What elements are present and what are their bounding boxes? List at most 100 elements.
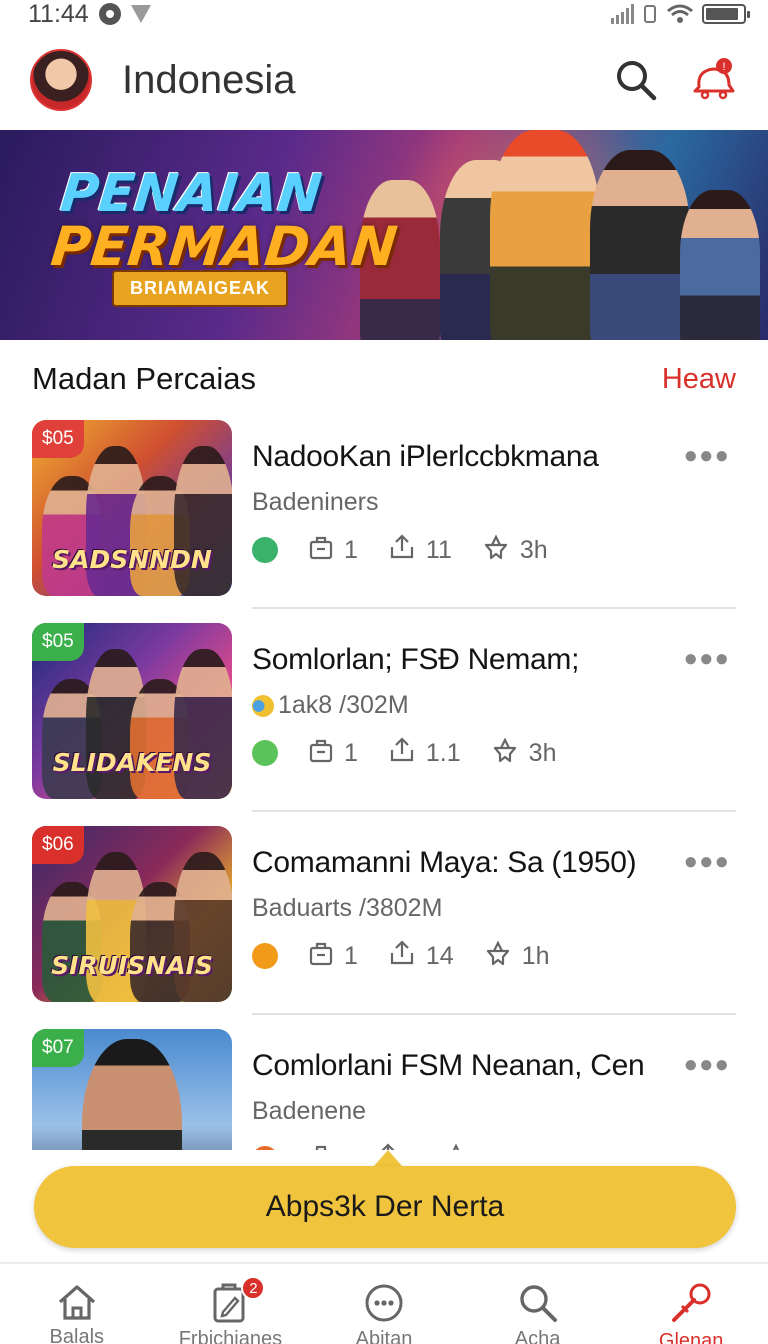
status-right [611, 3, 750, 25]
more-options-icon[interactable]: ●●● [684, 647, 731, 671]
item-stats: 1 14 1h [252, 939, 692, 974]
item-subtitle-text: Badenene [252, 1097, 367, 1125]
stat-share[interactable] [374, 1142, 412, 1150]
item-info: NadooKan iPlerlccbkmana Badeniners 1 11 3h [252, 440, 692, 565]
more-options-icon[interactable]: ●●● [684, 850, 731, 874]
stat-box: 1 [308, 737, 358, 770]
app-header: Indonesia ! [0, 44, 768, 116]
stat-share[interactable]: 14 [388, 939, 454, 974]
avatar[interactable] [30, 49, 92, 111]
price-badge: $05 [32, 420, 84, 458]
list-item[interactable]: SADSNNDN $05 NadooKan iPlerlccbkmana Badeni… [32, 420, 736, 623]
item-title: Somlorlan; FSĐ Nemam; [252, 643, 580, 676]
stat-box-value: 1 [344, 941, 358, 970]
divider [252, 1013, 736, 1015]
hero-banner[interactable]: PENAIAN PERMADAN BRIAMAIGEAK [0, 130, 768, 340]
thumbnail-logo: SLIDAKENS [52, 748, 212, 777]
notification-icon: ! [693, 58, 735, 100]
search-icon [617, 61, 657, 101]
edit-clipboard-icon: 2 [207, 1276, 266, 1324]
bookmark-star-icon [442, 1142, 470, 1150]
nav-item-3[interactable]: Abitan [307, 1264, 461, 1344]
nav-label: Glenan [658, 1330, 724, 1344]
nav-label: Frbichianes [178, 1328, 283, 1344]
item-thumbnail[interactable]: SIRUISNAIS $06 [32, 826, 232, 1002]
stat-time: 3h [491, 736, 556, 771]
section-title: Madan Percaias [32, 361, 257, 396]
nav-item-2[interactable]: 2 Frbichianes [154, 1264, 308, 1344]
search-button[interactable] [612, 56, 660, 104]
location-icon [130, 5, 151, 23]
chat-bubble-icon [361, 1282, 407, 1324]
stat-time: 1h [484, 939, 550, 974]
messenger-icon [98, 3, 121, 25]
battery-icon [702, 4, 750, 24]
vibrate-icon [644, 5, 656, 23]
share-icon [388, 736, 416, 771]
item-info: Comamanni Maya: Sa (1950) Baduarts /3802M… [252, 846, 692, 971]
more-options-icon[interactable]: ●●● [684, 444, 731, 468]
stat-box: 1 [308, 534, 358, 567]
nav-item-4[interactable]: Acha [461, 1264, 615, 1344]
notification-button[interactable]: ! [690, 56, 738, 104]
item-thumbnail[interactable]: SADSNNDN $05 [32, 420, 232, 596]
item-title: Comlorlani FSM Neanan, Cen [252, 1049, 645, 1082]
stat-time-value: 3h [519, 535, 548, 564]
price-badge: $05 [32, 623, 84, 661]
thumbnail-logo: SIRUISNAIS [51, 951, 213, 980]
stat-share[interactable]: 11 [388, 533, 452, 568]
divider [252, 607, 736, 609]
banner-title: PENAIAN PERMADAN [48, 164, 405, 278]
stat-box-value: 1 [344, 535, 358, 564]
list-item[interactable]: $07 Comlorlani FSM Neanan, Cen Badenene ●●● [32, 1029, 736, 1150]
item-thumbnail[interactable]: $07 [32, 1029, 232, 1150]
banner-subtitle: BRIAMAIGEAK [112, 270, 288, 307]
cta-button[interactable]: Abps3k Der Nerta [34, 1166, 736, 1248]
status-stat [252, 740, 278, 766]
wifi-icon [667, 4, 693, 23]
status-dot-icon [252, 943, 278, 969]
share-icon [388, 939, 416, 974]
item-subtitle-text: Badeniners [252, 488, 379, 516]
box-icon [308, 1143, 334, 1150]
bookmark-star-icon [482, 533, 510, 568]
stat-time [442, 1142, 480, 1150]
banner-character [490, 130, 600, 340]
item-stats: 1 11 3h [252, 533, 692, 568]
notification-badge: ! [722, 61, 725, 73]
status-left: 11:44 [28, 0, 151, 29]
divider [252, 810, 736, 812]
nav-label: Balals [49, 1326, 105, 1344]
item-stats: 1 1.1 3h [252, 736, 692, 771]
stat-share-value: 11 [425, 535, 452, 564]
list-item[interactable]: SIRUISNAIS $06 Comamanni Maya: Sa (1950) Ba… [32, 826, 736, 1029]
item-subtitle-text: 1ak8 /302M [278, 691, 409, 719]
item-thumbnail[interactable]: SLIDAKENS $05 [32, 623, 232, 799]
item-info: Somlorlan; FSĐ Nemam; 1ak8 /302M 1 1.1 3h [252, 643, 692, 768]
status-bar: 11:44 [0, 0, 768, 28]
banner-title-line2: PERMADAN [48, 215, 401, 278]
bookmark-star-icon [491, 736, 519, 771]
item-subtitle-text: Baduarts /3802M [252, 894, 443, 922]
thumbnail-logo: SADSNNDN [52, 545, 212, 574]
bottom-nav: Balals 2 Frbichianes Abitan Acha Glenan [0, 1262, 768, 1344]
home-icon [54, 1282, 100, 1322]
item-info: Comlorlani FSM Neanan, Cen Badenene [252, 1049, 692, 1150]
box-icon [308, 737, 334, 770]
game-list: SADSNNDN $05 NadooKan iPlerlccbkmana Badeni… [32, 420, 736, 1150]
more-options-icon[interactable]: ●●● [684, 1053, 731, 1077]
stat-share[interactable]: 1.1 [388, 736, 461, 771]
nav-item-1[interactable]: Balals [0, 1264, 154, 1344]
cta-pointer [374, 1150, 402, 1166]
stat-time: 3h [482, 533, 548, 568]
signal-icon [611, 4, 634, 24]
see-all-link[interactable]: Heaw [662, 363, 736, 396]
list-item[interactable]: SLIDAKENS $05 Somlorlan; FSĐ Nemam; 1ak8 /3… [32, 623, 736, 826]
nav-item-5[interactable]: Glenan [614, 1264, 768, 1344]
nav-label: Acha [514, 1328, 561, 1344]
item-title: Comamanni Maya: Sa (1950) [252, 846, 637, 879]
stat-box [308, 1143, 344, 1150]
banner-character [680, 190, 760, 340]
status-time: 11:44 [28, 0, 89, 28]
bookmark-star-icon [484, 939, 512, 974]
